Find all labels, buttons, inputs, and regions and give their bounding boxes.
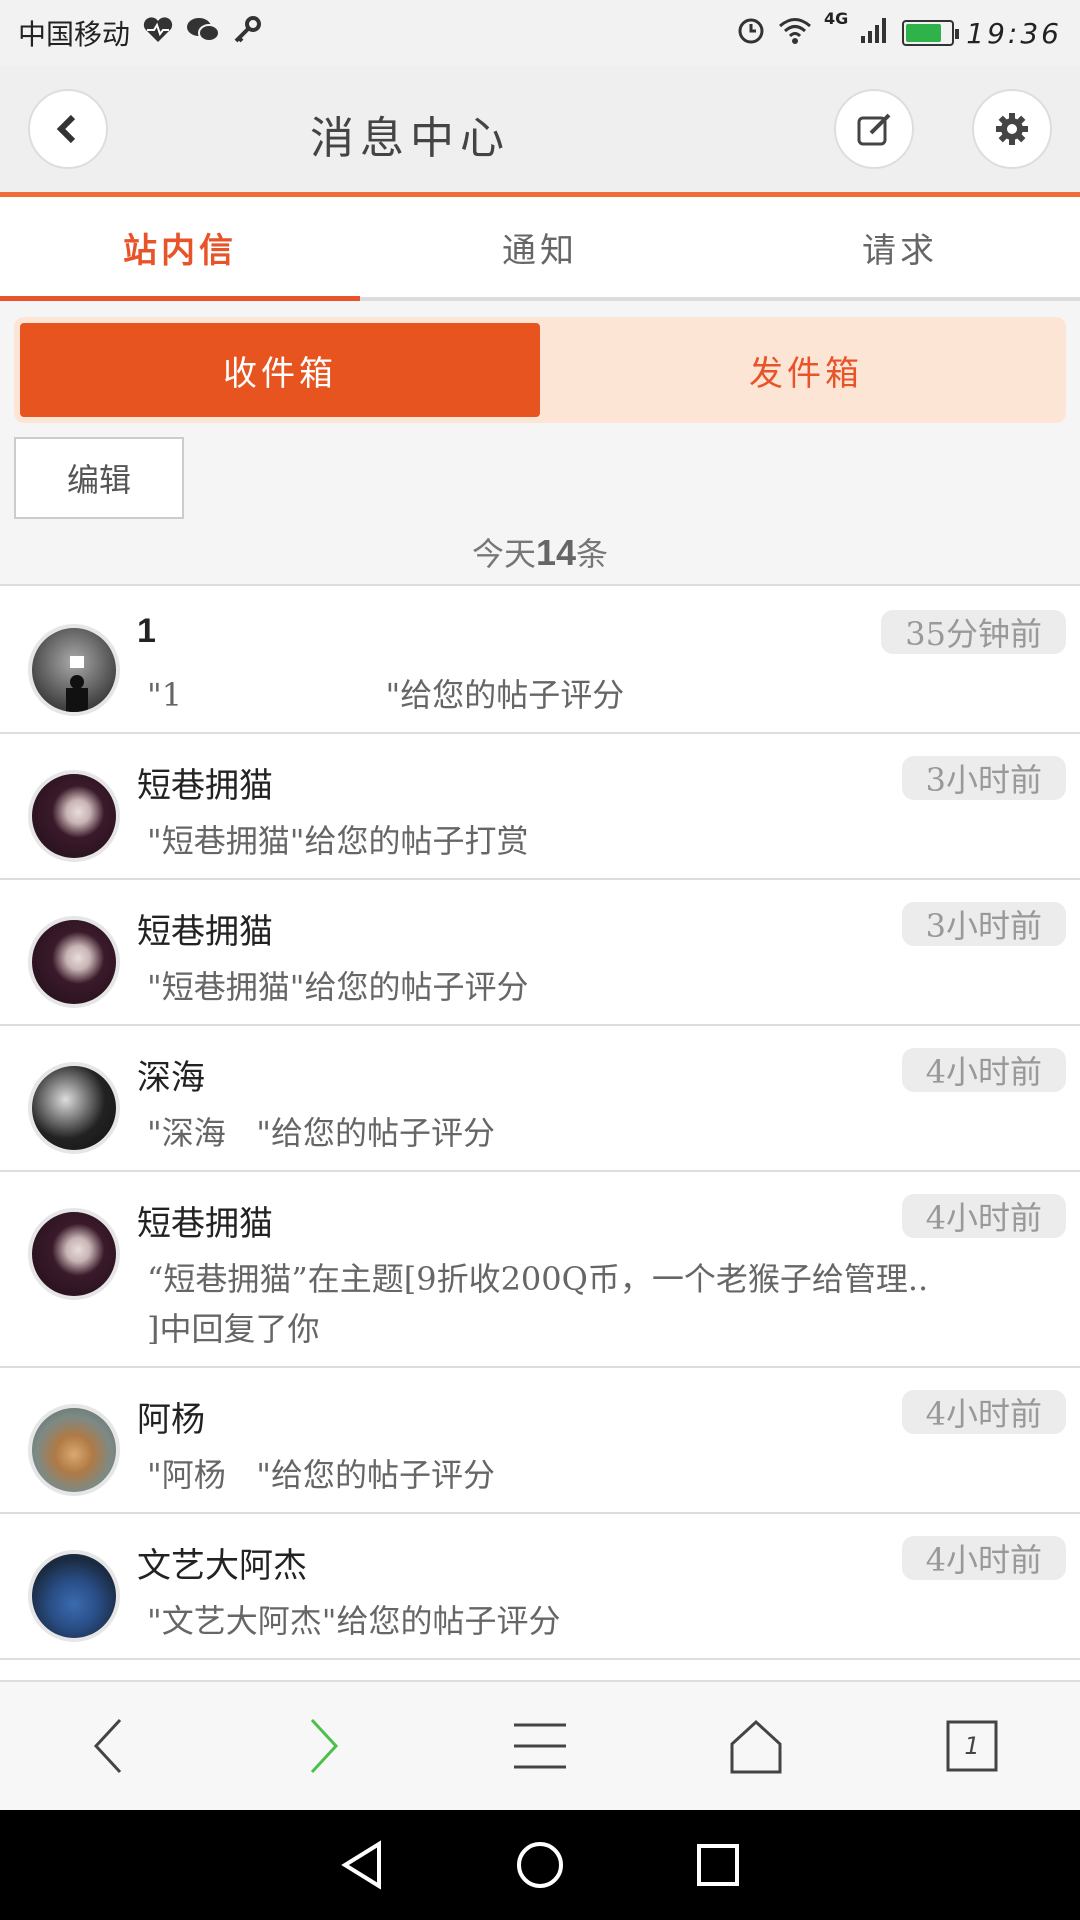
- message-text: “短巷拥猫”在主题[9折收200Q币，一个老猴子给管理.. ]中回复了你: [147, 1260, 929, 1348]
- sender-name: 短巷拥猫: [137, 766, 273, 806]
- message-text: "短巷拥猫"给您的帖子打赏: [147, 822, 529, 860]
- browser-tabs-button[interactable]: 1: [864, 1682, 1080, 1810]
- tab-requests[interactable]: 请求: [720, 197, 1080, 297]
- message-time: 35分钟前: [881, 610, 1066, 654]
- mailbox-controls: 收件箱 发件箱 编辑 今天14条: [0, 301, 1080, 586]
- today-count: 今天14条: [0, 529, 1080, 575]
- message-time: 4小时前: [901, 1390, 1066, 1434]
- sender-name: 文艺大阿杰: [137, 1546, 307, 1586]
- chevron-left-icon: [93, 1718, 122, 1774]
- nav-back-icon[interactable]: [339, 1840, 385, 1890]
- browser-forward-button[interactable]: [216, 1682, 432, 1810]
- count-prefix: 今天: [471, 535, 536, 573]
- avatar: [28, 1062, 120, 1154]
- avatar: [28, 916, 120, 1008]
- system-nav-bar: [0, 1810, 1080, 1920]
- inbox-button[interactable]: 收件箱: [20, 323, 540, 417]
- message-time: 4小时前: [901, 1048, 1066, 1092]
- wifi-icon: [778, 16, 812, 51]
- message-row[interactable]: 深海 4小时前 "深海 "给您的帖子评分: [0, 1026, 1080, 1172]
- avatar: [28, 1208, 120, 1300]
- message-text: "短巷拥猫"给您的帖子评分: [147, 968, 529, 1006]
- header-bar: 消息中心: [0, 66, 1080, 192]
- message-row[interactable]: 短巷拥猫 4小时前 “短巷拥猫”在主题[9折收200Q币，一个老猴子给管理.. …: [0, 1172, 1080, 1368]
- sender-name: 短巷拥猫: [137, 912, 273, 952]
- nav-home-icon[interactable]: [515, 1840, 565, 1890]
- outbox-button[interactable]: 发件箱: [546, 317, 1066, 423]
- message-text: "深海 "给您的帖子评分: [147, 1114, 495, 1152]
- gear-icon: [996, 113, 1028, 145]
- avatar: [28, 1550, 120, 1642]
- sender-name: 短巷拥猫: [137, 1204, 273, 1244]
- message-row[interactable]: 文艺大阿杰 4小时前 "文艺大阿杰"给您的帖子评分: [0, 1514, 1080, 1660]
- tab-count: 1: [964, 1732, 980, 1760]
- page-title: 消息中心: [310, 113, 510, 164]
- message-text: "1 "给您的帖子评分: [147, 676, 625, 714]
- back-button[interactable]: [28, 89, 108, 169]
- settings-button[interactable]: [972, 89, 1052, 169]
- chevron-right-icon: [310, 1718, 339, 1774]
- sender-name: 阿杨: [137, 1400, 205, 1440]
- browser-toolbar: 1: [0, 1680, 1080, 1810]
- key-icon: [232, 15, 262, 52]
- home-icon: [730, 1719, 782, 1774]
- nav-recents-icon[interactable]: [695, 1842, 741, 1888]
- heartbeat-icon: [142, 16, 174, 51]
- browser-home-button[interactable]: [648, 1682, 864, 1810]
- tab-site-messages[interactable]: 站内信: [0, 197, 360, 301]
- tab-bar: 站内信 通知 请求: [0, 197, 1080, 301]
- browser-back-button[interactable]: [0, 1682, 216, 1810]
- message-list: 1 35分钟前 "1 "给您的帖子评分 短巷拥猫 3小时前 "短巷拥猫"给您的帖…: [0, 588, 1080, 1660]
- chevron-left-icon: [56, 114, 76, 144]
- battery-icon: [902, 20, 960, 46]
- alarm-icon: [736, 15, 766, 52]
- message-row[interactable]: 短巷拥猫 3小时前 "短巷拥猫"给您的帖子打赏: [0, 734, 1080, 880]
- avatar: [28, 770, 120, 862]
- browser-menu-button[interactable]: [432, 1682, 648, 1810]
- network-type-label: 4G: [824, 8, 849, 28]
- message-time: 3小时前: [901, 902, 1066, 946]
- sender-name: 1: [137, 612, 156, 650]
- tab-notifications[interactable]: 通知: [360, 197, 720, 297]
- count-value: 14: [535, 532, 577, 573]
- message-row[interactable]: 短巷拥猫 3小时前 "短巷拥猫"给您的帖子评分: [0, 880, 1080, 1026]
- clock-time: 19:36: [966, 16, 1062, 50]
- edit-button[interactable]: 编辑: [14, 437, 184, 519]
- edit-icon: [857, 113, 891, 146]
- avatar: [28, 1404, 120, 1496]
- count-suffix: 条: [576, 535, 609, 573]
- message-time: 4小时前: [901, 1194, 1066, 1238]
- message-time: 3小时前: [901, 756, 1066, 800]
- message-text: "文艺大阿杰"给您的帖子评分: [147, 1602, 561, 1640]
- compose-button[interactable]: [834, 89, 914, 169]
- message-time: 4小时前: [901, 1536, 1066, 1580]
- menu-icon: [514, 1723, 566, 1769]
- signal-icon: [860, 16, 890, 51]
- message-row[interactable]: 1 35分钟前 "1 "给您的帖子评分: [0, 588, 1080, 734]
- message-text: "阿杨 "给您的帖子评分: [147, 1456, 495, 1494]
- avatar: [28, 624, 120, 716]
- carrier-label: 中国移动: [18, 18, 131, 51]
- mailbox-switch: 收件箱 发件箱: [14, 317, 1066, 423]
- sender-name: 深海: [137, 1058, 205, 1098]
- status-bar: 中国移动 4G 19:36: [0, 0, 1080, 66]
- message-row[interactable]: 阿杨 4小时前 "阿杨 "给您的帖子评分: [0, 1368, 1080, 1514]
- wechat-icon: [186, 16, 221, 51]
